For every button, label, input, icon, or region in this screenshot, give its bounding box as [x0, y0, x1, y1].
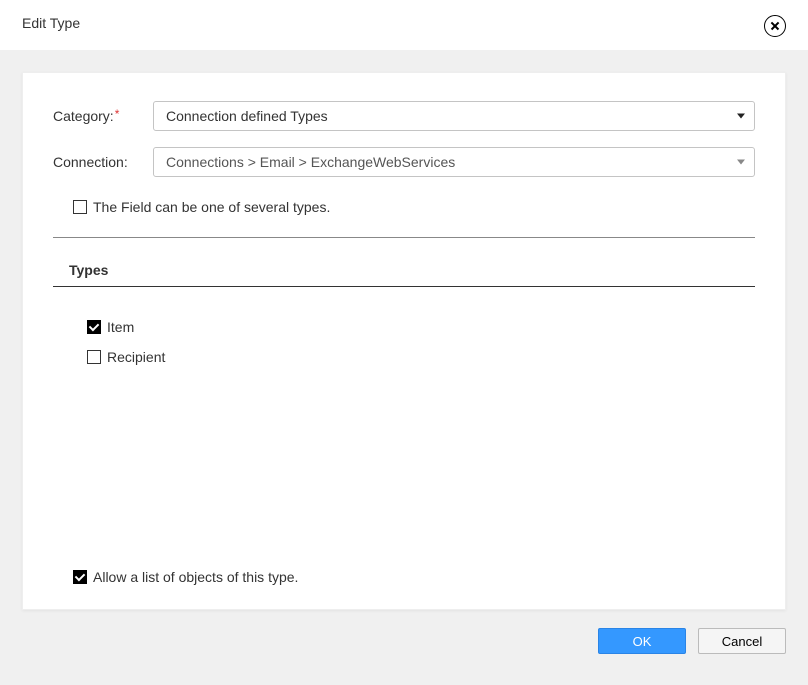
content-panel: Category:* Connection defined Types Conn…	[22, 72, 786, 610]
types-heading: Types	[69, 262, 755, 278]
chevron-down-icon	[737, 160, 745, 165]
dialog-footer: OK Cancel	[0, 610, 808, 654]
type-recipient-checkbox[interactable]	[87, 350, 101, 364]
allow-list-label: Allow a list of objects of this type.	[93, 569, 298, 585]
close-icon[interactable]	[764, 15, 786, 37]
dialog-header: Edit Type	[0, 0, 808, 50]
connection-row: Connection: Connections > Email > Exchan…	[53, 147, 755, 177]
connection-label: Connection:	[53, 154, 153, 170]
multi-type-checkbox[interactable]	[73, 200, 87, 214]
type-item-label: Item	[107, 319, 134, 335]
type-recipient-label: Recipient	[107, 349, 165, 365]
type-item-row: Item	[87, 319, 755, 335]
multi-type-row: The Field can be one of several types.	[73, 199, 755, 215]
multi-type-label: The Field can be one of several types.	[93, 199, 330, 215]
type-recipient-row: Recipient	[87, 349, 755, 365]
divider	[53, 286, 755, 287]
connection-select[interactable]: Connections > Email > ExchangeWebService…	[153, 147, 755, 177]
types-list: Item Recipient	[53, 319, 755, 365]
chevron-down-icon	[737, 114, 745, 119]
category-label: Category:*	[53, 108, 153, 124]
required-asterisk: *	[115, 107, 120, 121]
type-item-checkbox[interactable]	[87, 320, 101, 334]
connection-value: Connections > Email > ExchangeWebService…	[166, 154, 455, 170]
allow-list-row: Allow a list of objects of this type.	[73, 569, 755, 585]
category-select[interactable]: Connection defined Types	[153, 101, 755, 131]
cancel-button[interactable]: Cancel	[698, 628, 786, 654]
dialog-title: Edit Type	[22, 15, 80, 31]
ok-button[interactable]: OK	[598, 628, 686, 654]
category-row: Category:* Connection defined Types	[53, 101, 755, 131]
allow-list-checkbox[interactable]	[73, 570, 87, 584]
category-value: Connection defined Types	[166, 108, 328, 124]
divider	[53, 237, 755, 238]
